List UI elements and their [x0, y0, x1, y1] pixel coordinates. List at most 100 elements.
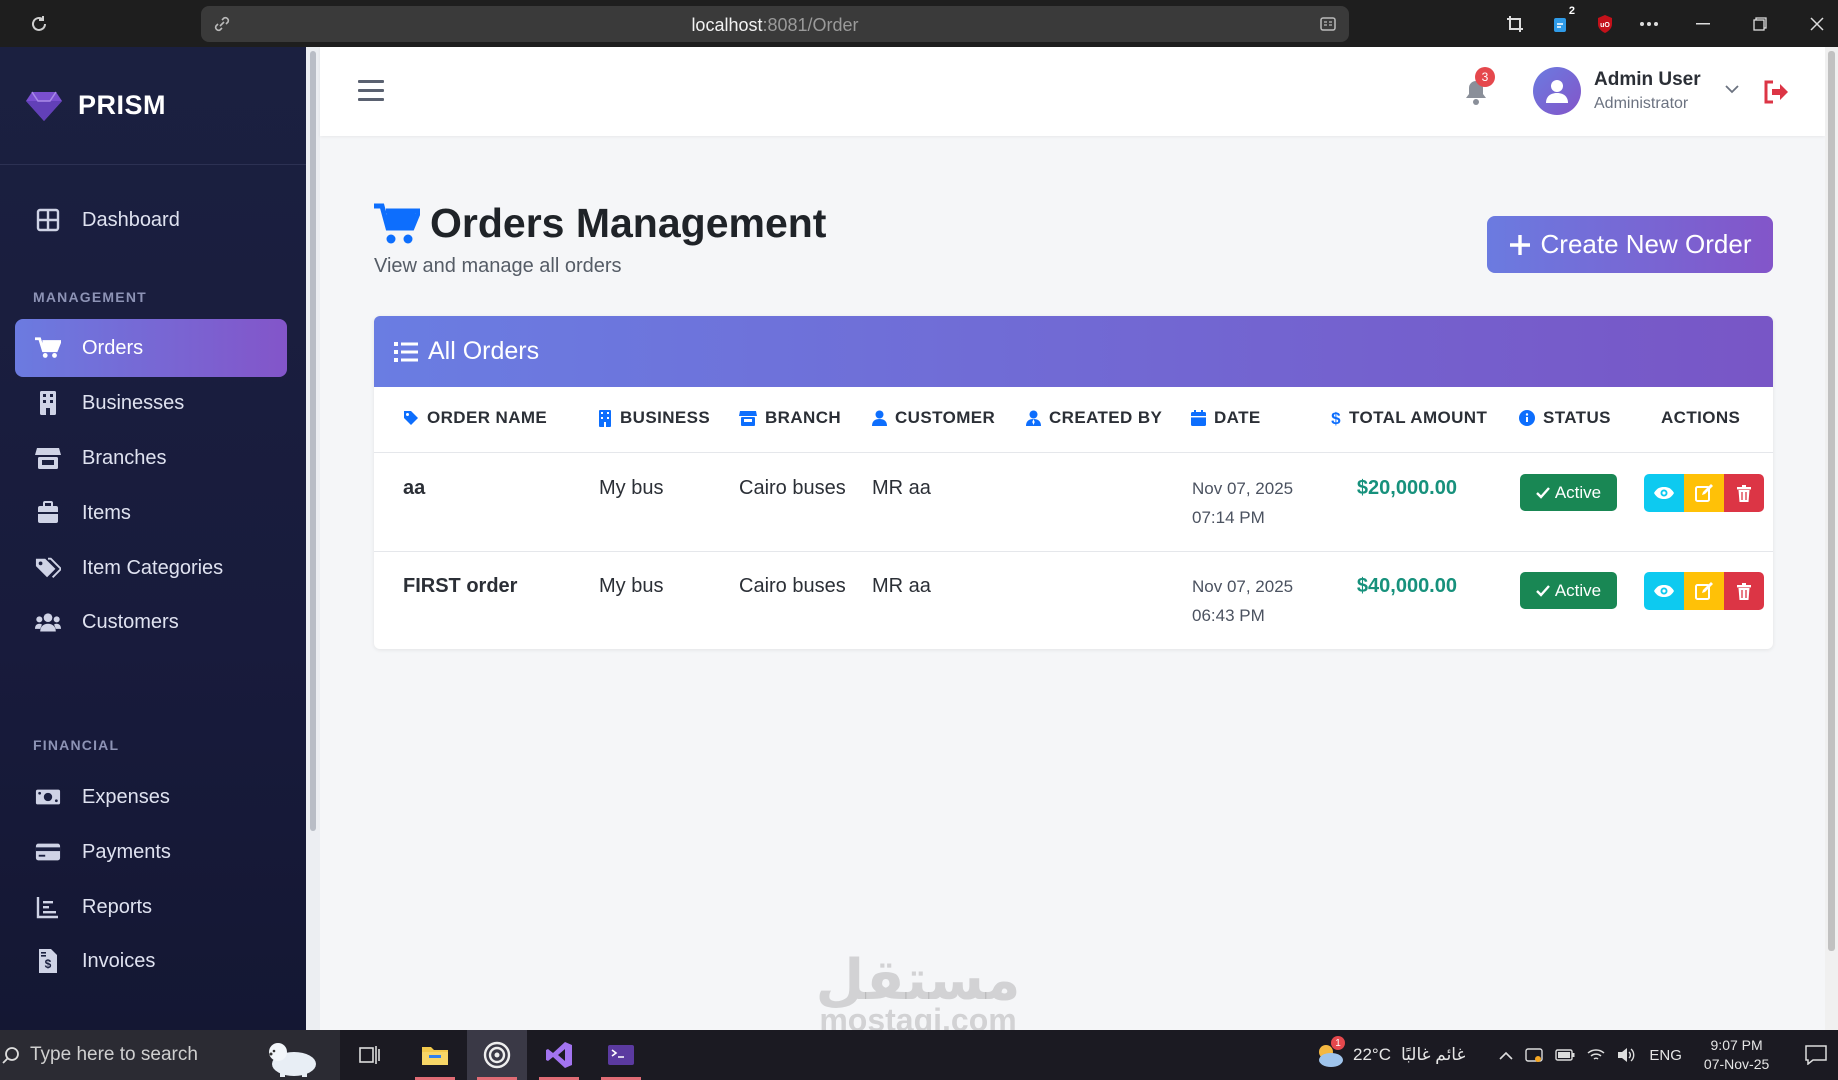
- edit-icon: [1695, 484, 1713, 502]
- app-icon[interactable]: [467, 1030, 527, 1080]
- card-header: All Orders: [374, 316, 1773, 387]
- order-name-cell: FIRST order: [403, 575, 518, 597]
- column-header-order-name[interactable]: ORDER NAME: [403, 408, 547, 428]
- battery-icon[interactable]: [1555, 1049, 1575, 1061]
- clock[interactable]: 9:07 PM 07-Nov-25: [1704, 1036, 1769, 1074]
- language-indicator[interactable]: ENG: [1649, 1047, 1682, 1064]
- delete-button[interactable]: [1724, 572, 1764, 610]
- url-text: localhost:8081/Order: [691, 15, 859, 35]
- sidebar-item-item-categories[interactable]: Item Categories: [15, 539, 287, 597]
- view-button[interactable]: [1644, 572, 1684, 610]
- search-icon: [2, 1046, 20, 1064]
- business-cell: My bus: [599, 477, 664, 499]
- sidebar-item-reports[interactable]: Reports: [15, 878, 287, 936]
- business-cell: My bus: [599, 575, 664, 597]
- user-icon: [872, 410, 887, 426]
- file-explorer-icon[interactable]: [405, 1030, 465, 1080]
- weather-icon[interactable]: 1: [1313, 1036, 1345, 1068]
- main-scrollbar[interactable]: [1825, 47, 1838, 1030]
- sidebar-item-orders[interactable]: Orders: [15, 319, 287, 377]
- meet-now-icon[interactable]: [1525, 1047, 1544, 1063]
- brand[interactable]: PRISM: [0, 47, 306, 165]
- sidebar-item-dashboard[interactable]: Dashboard: [15, 191, 287, 249]
- sidebar-item-branches[interactable]: Branches: [15, 429, 287, 487]
- date-cell: Nov 07, 2025 06:43 PM: [1192, 577, 1294, 625]
- create-order-button[interactable]: Create New Order: [1487, 216, 1773, 273]
- sidebar-item-customers[interactable]: Customers: [15, 593, 287, 651]
- search-placeholder: Type here to search: [30, 1044, 198, 1065]
- column-header-status[interactable]: STATUS: [1519, 408, 1611, 428]
- user-menu[interactable]: Admin User Administrator: [1533, 67, 1783, 117]
- browser-toolbar: localhost:8081/Order 2 uO: [0, 0, 1838, 47]
- ublock-icon[interactable]: uO: [1592, 11, 1618, 37]
- eye-icon: [1654, 585, 1674, 597]
- edit-button[interactable]: [1684, 474, 1724, 512]
- top-navbar: 3 Admin User Administrator: [320, 47, 1825, 136]
- user-role: Administrator: [1594, 95, 1689, 112]
- brand-name: PRISM: [78, 90, 167, 120]
- volume-icon[interactable]: [1617, 1047, 1635, 1063]
- cart-icon: [35, 335, 61, 361]
- minimize-icon[interactable]: [1690, 11, 1716, 37]
- credit-card-icon: [35, 839, 61, 865]
- weather-temp[interactable]: 22°C: [1353, 1045, 1391, 1065]
- sidebar-item-businesses[interactable]: Businesses: [15, 374, 287, 432]
- weather-text[interactable]: غائم غالبًا: [1401, 1045, 1465, 1065]
- sidebar-item-payments[interactable]: Payments: [15, 823, 287, 881]
- page-title: Orders Management: [374, 200, 826, 247]
- amount-cell: $40,000.00: [1356, 575, 1457, 597]
- address-bar[interactable]: localhost:8081/Order: [201, 6, 1349, 42]
- sidebar: PRISM Dashboard MANAGEMENT Orders Busine…: [0, 47, 306, 1030]
- sidebar-item-label: Payments: [82, 840, 171, 863]
- column-header-business[interactable]: BUSINESS: [598, 408, 710, 428]
- customer-cell: MR aa: [872, 477, 931, 499]
- avatar: [1533, 67, 1581, 115]
- delete-button[interactable]: [1724, 474, 1764, 512]
- column-header-branch[interactable]: BRANCH: [739, 408, 841, 428]
- taskbar-search[interactable]: Type here to search: [0, 1030, 340, 1080]
- sidebar-item-items[interactable]: Items: [15, 484, 287, 542]
- chevron-down-icon: [1725, 85, 1739, 94]
- visual-studio-icon[interactable]: [529, 1030, 589, 1080]
- card-title: All Orders: [428, 337, 540, 365]
- reader-mode-icon[interactable]: [1319, 15, 1337, 33]
- task-view-icon[interactable]: [340, 1030, 400, 1080]
- date-cell: Nov 07, 2025 07:14 PM: [1192, 479, 1294, 527]
- edit-button[interactable]: [1684, 572, 1724, 610]
- sidebar-item-label: Invoices: [82, 949, 156, 972]
- view-button[interactable]: [1644, 474, 1684, 512]
- column-header-date[interactable]: DATE: [1191, 408, 1261, 428]
- sidebar-scrollbar[interactable]: [306, 47, 320, 1030]
- store-icon: [739, 410, 757, 426]
- reload-icon[interactable]: [26, 11, 52, 37]
- sidebar-item-label: Expenses: [82, 785, 170, 808]
- sidebar-item-expenses[interactable]: Expenses: [15, 768, 287, 826]
- status-badge: Active: [1520, 474, 1617, 511]
- terminal-icon[interactable]: [591, 1030, 651, 1080]
- wifi-icon[interactable]: [1587, 1048, 1605, 1062]
- close-window-icon[interactable]: [1804, 11, 1830, 37]
- box-icon: [35, 500, 61, 526]
- sidebar-item-invoices[interactable]: $ Invoices: [15, 932, 287, 990]
- sidebar-item-label: Dashboard: [82, 208, 180, 231]
- sidebar-item-label: Branches: [82, 446, 167, 469]
- check-icon: [1535, 486, 1550, 499]
- customer-cell: MR aa: [872, 575, 931, 597]
- invoice-icon: $: [35, 948, 61, 974]
- column-header-total-amount[interactable]: $ TOTAL AMOUNT: [1331, 408, 1487, 428]
- edit-icon: [1695, 582, 1713, 600]
- trash-icon: [1737, 582, 1751, 600]
- hamburger-menu-icon[interactable]: [358, 80, 384, 102]
- column-header-customer[interactable]: CUSTOMER: [872, 408, 995, 428]
- chevron-up-icon[interactable]: [1499, 1051, 1513, 1060]
- more-menu-icon[interactable]: [1636, 11, 1662, 37]
- logout-icon[interactable]: [1763, 80, 1789, 104]
- sidebar-item-label: Orders: [82, 336, 144, 359]
- column-header-created-by[interactable]: CREATED BY: [1026, 408, 1162, 428]
- orders-card: All Orders ORDER NAME BUSINESS BRANCH CU…: [374, 316, 1773, 649]
- notifications-icon[interactable]: [1805, 1045, 1828, 1065]
- branch-cell: Cairo buses: [739, 477, 846, 499]
- crop-icon[interactable]: [1502, 11, 1528, 37]
- extension-icon[interactable]: 2: [1547, 5, 1575, 37]
- restore-icon[interactable]: [1747, 11, 1773, 37]
